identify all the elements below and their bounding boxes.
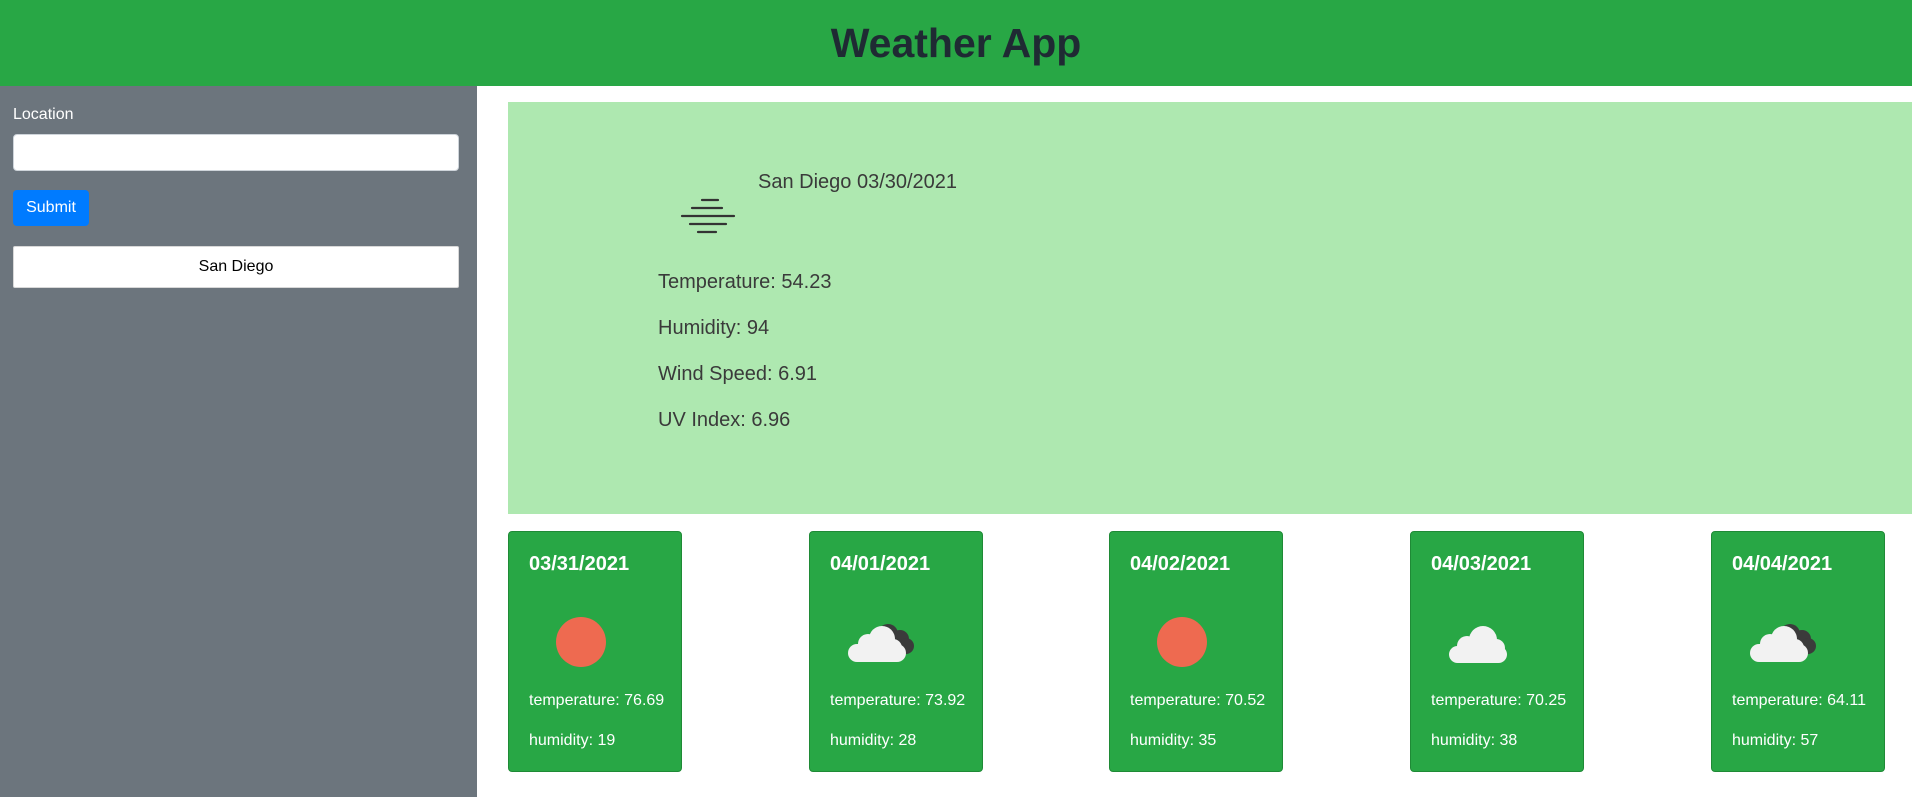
- current-weather-panel: [508, 102, 1912, 514]
- current-uv-index: UV Index: 6.96: [658, 409, 791, 431]
- forecast-humidity: humidity: 57: [1732, 732, 1819, 749]
- forecast-humidity: humidity: 28: [830, 732, 917, 749]
- forecast-card: 04/04/2021 temperature: 64.11 humidity: …: [1711, 531, 1885, 772]
- forecast-temperature: temperature: 70.52: [1130, 692, 1266, 709]
- forecast-card: 04/01/2021 temperature: 73.92 humidity: …: [809, 531, 983, 772]
- forecast-date: 04/01/2021: [830, 553, 931, 575]
- app-header: Weather App: [0, 0, 1912, 86]
- current-city-date: San Diego 03/30/2021: [758, 171, 958, 193]
- history-button-san-diego[interactable]: San Diego: [13, 246, 459, 288]
- broken-clouds-icon: [848, 624, 914, 662]
- forecast-temperature: temperature: 64.11: [1732, 692, 1867, 709]
- forecast-date: 03/31/2021: [529, 553, 630, 575]
- forecast-humidity: humidity: 38: [1431, 732, 1518, 749]
- forecast-date: 04/04/2021: [1732, 553, 1833, 575]
- current-wind-speed: Wind Speed: 6.91: [658, 363, 817, 385]
- forecast-temperature: temperature: 73.92: [830, 692, 966, 709]
- forecast-card: 04/02/2021 temperature: 70.52 humidity: …: [1109, 531, 1283, 772]
- location-label: Location: [13, 106, 74, 123]
- mist-icon: [680, 198, 736, 234]
- forecast-date: 04/02/2021: [1130, 553, 1231, 575]
- forecast-humidity: humidity: 19: [529, 732, 616, 749]
- broken-clouds-icon: [1750, 624, 1816, 662]
- app-title: Weather App: [830, 19, 1082, 66]
- forecast-card: 04/03/2021 temperature: 70.25 humidity: …: [1410, 531, 1584, 772]
- location-input[interactable]: [13, 134, 459, 171]
- submit-button[interactable]: Submit: [13, 190, 89, 226]
- forecast-temperature: temperature: 76.69: [529, 692, 665, 709]
- forecast-temperature: temperature: 70.25: [1431, 692, 1567, 709]
- forecast-humidity: humidity: 35: [1130, 732, 1217, 749]
- current-humidity: Humidity: 94: [658, 317, 770, 339]
- current-temperature: Temperature: 54.23: [658, 271, 832, 293]
- forecast-date: 04/03/2021: [1431, 553, 1532, 575]
- sun-icon: [556, 617, 606, 667]
- sun-icon: [1157, 617, 1207, 667]
- cloud-icon: [1449, 626, 1507, 663]
- forecast-card: 03/31/2021 temperature: 76.69 humidity: …: [508, 531, 682, 772]
